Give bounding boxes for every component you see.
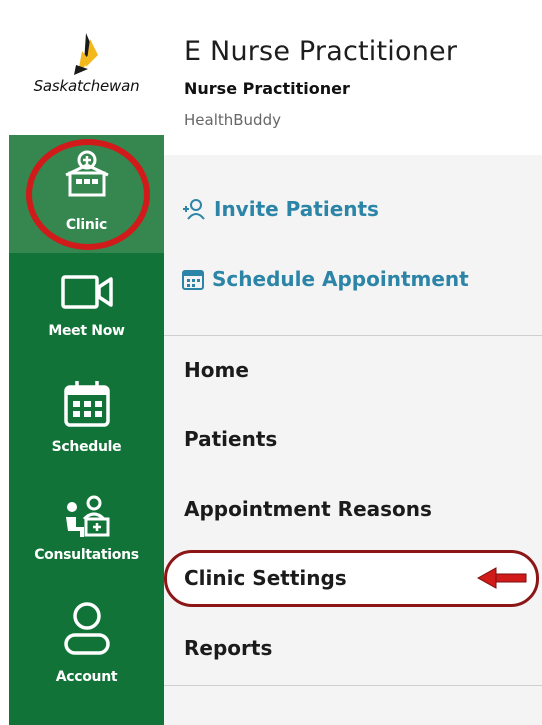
sidebar-item-label: Account: [55, 669, 118, 685]
divider: [164, 685, 542, 686]
sidebar-item-schedule[interactable]: Schedule: [9, 365, 164, 477]
menu-item-home[interactable]: Home: [184, 358, 249, 382]
calendar-icon: [182, 270, 204, 290]
user-icon: [64, 602, 110, 655]
menu-item-clinic-settings[interactable]: Clinic Settings: [184, 566, 347, 590]
sidebar-item-meet-now[interactable]: Meet Now: [9, 253, 164, 365]
arrow-icon: [476, 567, 527, 589]
invite-patients-label: Invite Patients: [214, 197, 379, 221]
organization-name: HealthBuddy: [184, 111, 281, 129]
user-role: Nurse Practitioner: [184, 79, 350, 98]
page-title: E Nurse Practitioner: [184, 36, 458, 67]
quick-actions: Invite Patients Schedule Appointment: [164, 155, 542, 335]
schedule-appointment-label: Schedule Appointment: [212, 267, 469, 291]
header: E Nurse Practitioner Nurse Practitioner …: [164, 9, 542, 155]
calendar-icon: [64, 381, 110, 427]
logo: Saskatchewan: [9, 9, 164, 135]
divider: [164, 335, 542, 336]
schedule-appointment-link[interactable]: Schedule Appointment: [182, 267, 469, 291]
menu-item-appointment-reasons[interactable]: Appointment Reasons: [184, 497, 432, 521]
sidebar: Saskatchewan Clinic Meet Now Schedule Co…: [9, 9, 164, 725]
app-window: Saskatchewan Clinic Meet Now Schedule Co…: [9, 9, 542, 725]
clinic-icon: [65, 150, 109, 197]
sidebar-item-consultations[interactable]: Consultations: [9, 477, 164, 589]
main-panel: E Nurse Practitioner Nurse Practitioner …: [164, 9, 542, 725]
consultation-icon: [66, 495, 110, 537]
logo-text: Saskatchewan: [33, 77, 140, 95]
invite-patients-link[interactable]: Invite Patients: [182, 197, 379, 221]
sidebar-item-label: Schedule: [51, 439, 122, 455]
sidebar-item-label: Consultations: [34, 547, 139, 563]
sidebar-item-label: Clinic: [65, 217, 108, 233]
menu-item-patients[interactable]: Patients: [184, 427, 277, 451]
sidebar-item-account[interactable]: Account: [9, 589, 164, 709]
sidebar-item-clinic[interactable]: Clinic: [9, 135, 164, 253]
video-camera-icon: [61, 275, 113, 309]
menu-item-reports[interactable]: Reports: [184, 636, 272, 660]
wheat-logo-icon: [74, 33, 98, 75]
sidebar-item-label: Meet Now: [48, 323, 125, 339]
add-user-icon: [183, 199, 205, 220]
